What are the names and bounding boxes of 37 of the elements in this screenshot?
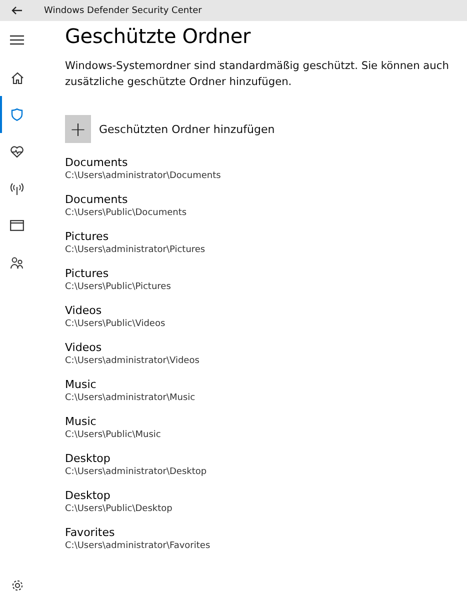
folder-path: C:\Users\administrator\Videos: [65, 355, 200, 368]
folder-path: C:\Users\administrator\Documents: [65, 170, 222, 183]
folder-name: Favorites: [65, 526, 116, 540]
add-folder-label: Geschützten Ordner hinzufügen: [99, 122, 275, 136]
folder-path: C:\Users\administrator\Favorites: [65, 540, 212, 553]
people-icon: [10, 256, 24, 268]
folder-name: Music: [65, 415, 98, 429]
folder-path: C:\Users\Public\Videos: [65, 318, 166, 331]
page-description: Windows-Systemordner sind standardmäßig geschützt. Sie können auch zusätzliche geschützte Ordner hinzufügen.: [65, 59, 450, 90]
add-folder-button[interactable]: + Geschützten Ordner hinzufügen: [65, 115, 275, 143]
window-title: Windows Defender Security Center: [44, 6, 202, 16]
folder-path: C:\Users\administrator\Desktop: [65, 466, 208, 479]
folder-name: Videos: [65, 304, 103, 318]
folder-path: C:\Users\administrator\Pictures: [65, 244, 206, 257]
shield-icon: [11, 108, 23, 121]
plus-icon: +: [65, 115, 91, 143]
browser-window-icon: [10, 220, 24, 231]
folder-name: Pictures: [65, 267, 110, 281]
folder-name: Pictures: [65, 230, 110, 244]
home-icon: [10, 72, 24, 84]
folder-path: C:\Users\Public\Music: [65, 429, 162, 442]
antenna-icon: [10, 182, 24, 194]
folder-path: C:\Users\Public\Documents: [65, 207, 188, 220]
folder-name: Documents: [65, 156, 129, 170]
page-heading: Geschützte Ordner: [65, 24, 252, 48]
folder-name: Documents: [65, 193, 129, 207]
menu-icon: [10, 35, 24, 45]
folder-name: Desktop: [65, 452, 112, 466]
folder-name: Music: [65, 378, 98, 392]
folder-name: Videos: [65, 341, 103, 355]
folder-path: C:\Users\administrator\Music: [65, 392, 196, 405]
settings-icon: [10, 578, 24, 592]
heart-pulse-icon: [10, 146, 24, 158]
folder-path: C:\Users\Public\Pictures: [65, 281, 172, 294]
back-arrow-icon: [10, 6, 22, 15]
folder-name: Desktop: [65, 489, 112, 503]
folder-path: C:\Users\Public\Desktop: [65, 503, 174, 516]
